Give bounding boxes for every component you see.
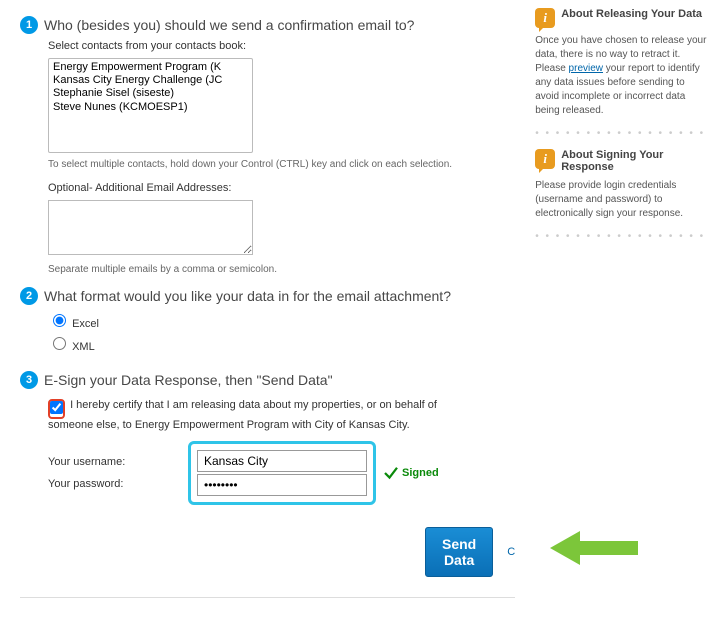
username-input[interactable] [197, 450, 367, 472]
signed-label: Signed [402, 467, 439, 479]
signed-indicator: Signed [382, 464, 439, 482]
sidebar-sign-box: i About Signing Your Response Please pro… [535, 149, 710, 221]
main-column: 1 Who (besides you) should we send a con… [20, 8, 515, 604]
info-icon: i [535, 149, 555, 169]
sidebar: i About Releasing Your Data Once you hav… [535, 8, 710, 604]
format-xml-label: XML [72, 341, 95, 353]
sidebar-release-title: About Releasing Your Data [561, 8, 702, 20]
checkmark-icon [382, 464, 400, 482]
contacts-listbox[interactable]: Energy Empowerment Program (KKansas City… [48, 58, 253, 153]
action-row: Send Data C [20, 527, 515, 577]
sidebar-sign-title: About Signing Your Response [561, 149, 710, 173]
password-input[interactable] [197, 474, 367, 496]
format-excel-label: Excel [72, 318, 99, 330]
step1-header: 1 Who (besides you) should we send a con… [20, 16, 515, 34]
username-label: Your username: [48, 456, 188, 468]
credentials-highlight [188, 441, 376, 505]
step3-title: E-Sign your Data Response, then "Send Da… [44, 372, 333, 388]
additional-emails-textarea[interactable] [48, 200, 253, 255]
sidebar-divider: • • • • • • • • • • • • • • • • • • [535, 128, 710, 139]
send-data-button[interactable]: Send Data [425, 527, 493, 577]
step3-header: 3 E-Sign your Data Response, then "Send … [20, 371, 515, 389]
step-badge-1: 1 [20, 16, 38, 34]
format-xml-option[interactable]: XML [48, 341, 95, 353]
contacts-select-label: Select contacts from your contacts book: [48, 40, 515, 52]
additional-emails-label: Optional- Additional Email Addresses: [48, 182, 515, 194]
sidebar-release-box: i About Releasing Your Data Once you hav… [535, 8, 710, 118]
format-excel-option[interactable]: Excel [48, 318, 99, 330]
step1-title: Who (besides you) should we send a confi… [44, 17, 414, 33]
step-badge-3: 3 [20, 371, 38, 389]
contact-option[interactable]: Energy Empowerment Program (K [51, 61, 250, 74]
info-icon: i [535, 8, 555, 28]
certify-text: I hereby certify that I am releasing dat… [48, 399, 437, 431]
certify-highlight [48, 399, 65, 419]
contact-option[interactable]: Kansas City Energy Challenge (JC [51, 74, 250, 87]
step2-title: What format would you like your data in … [44, 288, 451, 304]
format-excel-radio[interactable] [53, 314, 66, 327]
step2-header: 2 What format would you like your data i… [20, 287, 515, 305]
step-badge-2: 2 [20, 287, 38, 305]
sidebar-sign-body: Please provide login credentials (userna… [535, 179, 710, 221]
format-xml-radio[interactable] [53, 337, 66, 350]
sidebar-release-body: Once you have chosen to release your dat… [535, 34, 710, 118]
divider [20, 597, 515, 598]
cancel-link[interactable]: C [507, 546, 515, 558]
preview-link[interactable]: preview [569, 63, 603, 74]
certify-checkbox[interactable] [50, 401, 63, 414]
certify-row: I hereby certify that I am releasing dat… [48, 399, 478, 431]
separate-hint: Separate multiple emails by a comma or s… [48, 264, 515, 275]
multiselect-hint: To select multiple contacts, hold down y… [48, 159, 515, 170]
contact-option[interactable]: Steve Nunes (KCMOESP1) [51, 101, 250, 114]
contact-option[interactable]: Stephanie Sisel (siseste) [51, 87, 250, 100]
sidebar-divider: • • • • • • • • • • • • • • • • • • [535, 231, 710, 242]
password-label: Your password: [48, 478, 188, 490]
arrow-annotation-icon [550, 531, 640, 565]
